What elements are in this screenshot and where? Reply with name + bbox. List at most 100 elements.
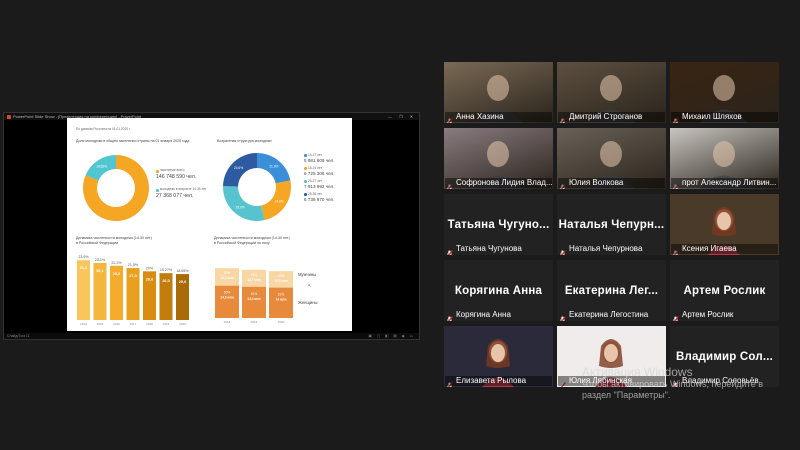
bar-year-label: 2017 (130, 322, 137, 326)
men-percent-label: 49% (278, 274, 285, 278)
bar-year-label: 2018 (146, 322, 153, 326)
participant-name: Юлия Волкова (558, 178, 665, 188)
women-percent-label: 51% (278, 293, 285, 297)
participant-tile[interactable]: Дмитрий Строганов (557, 62, 666, 123)
bar-year-label: 2018 (224, 320, 231, 324)
age-legend-label: 18-24 лет (308, 166, 323, 170)
gender-chart-title: Динамика численности молодежи (14-30 лет… (214, 236, 290, 240)
age-legend-value: 6 725 306 чел. (304, 171, 335, 176)
bar-year-label: 2019 (251, 320, 258, 324)
age-legend-value: 7 913 992 чел. (304, 184, 335, 189)
age-legend-dot (304, 193, 307, 196)
participant-name: Екатерина Легостина (569, 310, 649, 319)
watermark-line-1: Чтобы активировать Windows, перейдите в (582, 379, 763, 389)
bar-year-label: 2019 (163, 322, 170, 326)
participant-name: Михаил Шляхов (671, 112, 778, 122)
bar-percent-label: 21,5% (128, 263, 139, 267)
men-value-label: 13,7 млн (247, 278, 260, 282)
slide-counter: Слайд 5 из 11 (7, 334, 30, 338)
legend-dot-youth (156, 189, 159, 192)
youth-dynamics-bar-chart: 23,9% 31,6 2014 23,1% 30,1 2015 22,3% 29,0 2016 2… (77, 255, 189, 326)
window-controls: — ❐ ✕ (387, 114, 416, 119)
participant-name: Корягина Анна (456, 310, 511, 319)
participant-tile[interactable]: Юлия Волкова (557, 128, 666, 189)
age-legend-value: 6 736 970 чел. (304, 197, 335, 202)
dynamics-chart-title: Динамика численности молодежи (14-30 лет… (76, 236, 152, 240)
age-legend-dot (304, 180, 307, 183)
bar-year-label: 2014 (80, 322, 87, 326)
bar-percent-label: 23,9% (78, 255, 89, 259)
age-legend-dot (304, 167, 307, 170)
age-chart-title: Возрастная структура молодежи (217, 139, 272, 143)
slice-label: 18,65% (96, 164, 107, 168)
watermark-line-2: раздел "Параметры". (582, 390, 671, 400)
participant-name: Артем Рослик (682, 310, 734, 319)
gender-stacked-bar-chart: 50%14,1 млн50%14,9 млн201849%13,7 млн51%… (215, 268, 293, 324)
men-value-label: 14,1 млн (220, 276, 233, 280)
slice-label: 21,9% (269, 165, 278, 169)
slide-header-note: По данным Росстата на 01.01.2020 г. (76, 127, 131, 131)
bar-percent-label: 20% (146, 266, 154, 270)
women-percent-label: 50% (224, 291, 231, 295)
participant-tile[interactable]: Михаил Шляхов (670, 62, 779, 123)
mouse-cursor-icon: ↖ (308, 283, 312, 288)
women-value-label: 14 млн (276, 298, 287, 302)
participant-tile[interactable]: Софронова Лидия Влад... (444, 128, 553, 189)
bar-year-label: 2015 (97, 322, 104, 326)
bar-year-label: 2020 (179, 322, 186, 326)
bar-value-label: 31,6 (80, 266, 87, 270)
women-percent-label: 51% (251, 292, 258, 296)
participant-name: прот Александр Литвин... (671, 178, 778, 188)
legend-value-youth: 27 368 077 чел. (156, 193, 194, 199)
men-value-label: 13,3 млн (274, 279, 287, 283)
bar-value-label: 26,0 (162, 279, 169, 283)
bar-percent-label: 19,27% (160, 268, 173, 272)
bar-year-label: 2016 (113, 322, 120, 326)
legend-label-total: население всего (160, 168, 185, 172)
bar-value-label: 25,6 (179, 280, 186, 284)
participant-tile[interactable]: Корягина Анна Корягина Анна (444, 260, 553, 321)
slice-label: 24,6% (275, 199, 284, 203)
participant-tile[interactable]: Елизавета Рылова (444, 326, 553, 387)
participant-tile[interactable]: Татьяна Чугуно... Татьяна Чугунова (444, 194, 553, 255)
slice-age-25-27 (223, 186, 265, 221)
age-legend-label: 28-35 лет (308, 192, 323, 196)
women-value-label: 14,9 млн (220, 296, 233, 300)
bar-value-label: 30,1 (96, 269, 103, 273)
participant-name: Ксения Игаева (671, 244, 778, 254)
participant-name: Анна Хазина (445, 112, 552, 122)
slice-label: 29,0% (236, 205, 245, 209)
age-legend-dot (304, 154, 307, 157)
youth-share-donut: 18,65% (83, 155, 149, 221)
powerpoint-icon (7, 114, 11, 119)
participant-tile[interactable]: Ксения Игаева (670, 194, 779, 255)
legend-label-youth: молодежь в возрасте 14-35 лет (160, 187, 207, 191)
windows-activation-watermark: Активация Windows Чтобы активировать Win… (582, 366, 763, 401)
participant-tile[interactable]: Артем Рослик Артем Рослик (670, 260, 779, 321)
gender-chart-subtitle: в Российской Федерации по полу (214, 241, 270, 245)
bar-value-label: 29,0 (113, 272, 120, 276)
participant-name: Софронова Лидия Влад... (445, 178, 552, 188)
age-structure-donut: 21,9% 24,6% 29,0% 24,6% (223, 153, 291, 221)
dynamics-chart-subtitle: в Российской Федерации (76, 241, 118, 245)
men-percent-label: 49% (251, 273, 258, 277)
age-legend-label: 14-17 лет (308, 153, 323, 157)
slideshow-statusbar: Слайд 5 из 11 ▣ ▢ ◧ ▤ ◉ ▭ (4, 333, 419, 339)
statusbar-view-icons: ▣ ▢ ◧ ▤ ◉ ▭ (368, 334, 415, 338)
participant-name: Татьяна Чугунова (456, 244, 522, 253)
bar-percent-label: 18,65% (176, 269, 189, 273)
bar-year-label: 2020 (278, 320, 285, 324)
age-legend-label: 25-27 лет (308, 179, 323, 183)
men-label: Мужчины (298, 272, 317, 277)
participant-tile[interactable]: Анна Хазина (444, 62, 553, 123)
participant-name: Наталья Чепурнова (569, 244, 643, 253)
men-percent-label: 50% (224, 271, 231, 275)
bar-percent-label: 22,3% (111, 261, 122, 265)
participant-tile[interactable]: Наталья Чепурн... Наталья Чепурнова (557, 194, 666, 255)
participant-tile[interactable]: Екатерина Лег... Екатерина Легостина (557, 260, 666, 321)
share-chart-title: Доля молодежи в общем населении страны н… (76, 139, 190, 143)
women-label: Женщины (298, 300, 318, 305)
women-value-label: 14,4 млн (247, 297, 260, 301)
watermark-title: Активация Windows (582, 365, 693, 379)
participant-tile[interactable]: прот Александр Литвин... (670, 128, 779, 189)
